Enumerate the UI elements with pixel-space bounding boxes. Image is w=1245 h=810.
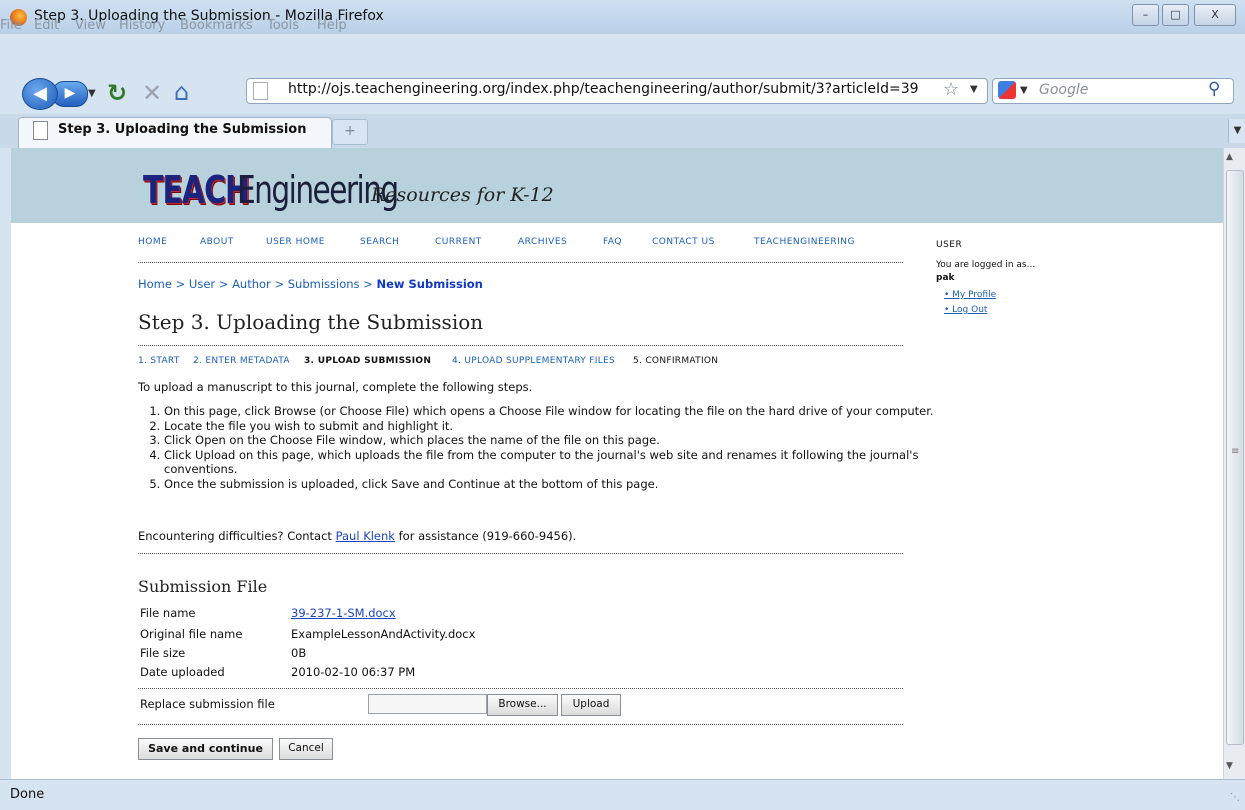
log-out-link[interactable]: • Log Out — [944, 305, 987, 315]
file-size-value: 0B — [291, 646, 307, 660]
url-dropdown-icon[interactable]: ▼ — [970, 84, 978, 95]
upload-button[interactable]: Upload — [561, 694, 621, 716]
url-text[interactable]: http://ojs.teachengineering.org/index.ph… — [288, 81, 919, 97]
minimize-button[interactable]: – — [1132, 4, 1159, 26]
status-text: Done — [10, 787, 45, 802]
tab-label[interactable]: Step 3. Uploading the Submission — [58, 122, 306, 137]
difficulty-text: Encountering difficulties? Contact Paul … — [138, 529, 576, 543]
menu-bar — [0, 34, 1245, 72]
save-and-continue-button[interactable]: Save and continue — [138, 738, 273, 760]
replace-file-label: Replace submission file — [140, 697, 275, 711]
nav-about[interactable]: ABOUT — [200, 237, 234, 247]
file-input[interactable] — [368, 694, 487, 714]
logo-tagline: Resources for K-12 — [371, 184, 554, 206]
original-file-name-value: ExampleLessonAndActivity.docx — [291, 627, 476, 641]
breadcrumb-trail[interactable]: Home > User > Author > Submissions > — [138, 277, 376, 291]
status-bar — [0, 779, 1245, 810]
divider — [138, 724, 903, 725]
home-icon[interactable]: ⌂ — [174, 78, 189, 106]
scroll-grip-icon: ≡ — [1231, 446, 1240, 457]
back-button[interactable]: ◀ — [22, 78, 58, 110]
window-border — [0, 148, 11, 779]
file-size-label: File size — [140, 646, 186, 660]
instruction-item: Locate the file you wish to submit and h… — [164, 419, 939, 434]
stop-icon[interactable]: ✕ — [142, 79, 162, 107]
page-title: Step 3. Uploading the Submission — [138, 310, 484, 334]
browse-button[interactable]: Browse... — [487, 694, 558, 716]
menu-history[interactable]: History — [119, 18, 165, 33]
close-button[interactable]: X — [1194, 4, 1236, 26]
intro-text: To upload a manuscript to this journal, … — [138, 380, 533, 394]
divider — [138, 553, 903, 554]
nav-search[interactable]: SEARCH — [360, 237, 399, 247]
instruction-item: Once the submission is uploaded, click S… — [164, 477, 939, 492]
search-placeholder: Google — [1039, 82, 1089, 98]
nav-archives[interactable]: ARCHIVES — [518, 237, 567, 247]
nav-user-home[interactable]: USER HOME — [266, 237, 325, 247]
maximize-button[interactable]: □ — [1162, 4, 1189, 26]
step-upload-supplementary[interactable]: 4. UPLOAD SUPPLEMENTARY FILES — [452, 356, 615, 366]
scrollbar-thumb[interactable] — [1226, 170, 1244, 745]
username: pak — [936, 273, 955, 283]
page-icon — [253, 82, 268, 100]
breadcrumb[interactable]: Home > User > Author > Submissions > New… — [138, 277, 483, 291]
nav-home[interactable]: HOME — [138, 237, 167, 247]
sidebar-user-heading: USER — [936, 240, 963, 250]
nav-current[interactable]: CURRENT — [435, 237, 482, 247]
nav-contact-us[interactable]: CONTACT US — [652, 237, 715, 247]
menu-file[interactable]: File — [0, 18, 22, 33]
scroll-up-icon[interactable]: ▲ — [1226, 152, 1233, 162]
resize-grip-icon[interactable]: ⋱ — [1230, 792, 1240, 803]
difficulty-before: Encountering difficulties? Contact — [138, 529, 336, 543]
reload-icon[interactable]: ↻ — [107, 79, 127, 107]
divider — [138, 262, 903, 263]
instruction-item: On this page, click Browse (or Choose Fi… — [164, 404, 939, 419]
step-upload-submission: 3. UPLOAD SUBMISSION — [304, 356, 432, 366]
step-confirmation: 5. CONFIRMATION — [633, 356, 719, 366]
logo-teach[interactable]: TEACH — [143, 168, 250, 212]
divider — [138, 688, 903, 689]
cancel-button[interactable]: Cancel — [279, 738, 333, 760]
my-profile-link[interactable]: • My Profile — [944, 290, 996, 300]
breadcrumb-current[interactable]: New Submission — [376, 277, 482, 291]
new-tab-button[interactable]: + — [332, 119, 368, 145]
tab-page-icon — [33, 121, 48, 140]
instruction-item: Click Open on the Choose File window, wh… — [164, 433, 939, 448]
bookmark-star-icon[interactable]: ☆ — [943, 79, 959, 100]
menu-help[interactable]: Help — [317, 18, 347, 33]
search-engine-icon[interactable] — [998, 81, 1016, 99]
instruction-list: On this page, click Browse (or Choose Fi… — [138, 404, 939, 492]
scroll-down-icon[interactable]: ▼ — [1226, 761, 1233, 771]
search-engine-dropdown-icon[interactable]: ▼ — [1020, 85, 1028, 96]
original-file-name-label: Original file name — [140, 627, 243, 641]
divider — [138, 345, 903, 346]
menu-edit[interactable]: Edit — [34, 18, 59, 33]
logged-in-text: You are logged in as... — [936, 260, 1036, 270]
step-enter-metadata[interactable]: 2. ENTER METADATA — [193, 356, 290, 366]
instruction-item: Click Upload on this page, which uploads… — [164, 448, 939, 477]
log-out-label[interactable]: Log Out — [952, 305, 987, 315]
date-uploaded-value: 2010-02-10 06:37 PM — [291, 665, 416, 679]
menu-tools[interactable]: Tools — [267, 18, 299, 33]
difficulty-after: for assistance (919-660-9456). — [394, 529, 577, 543]
step-start[interactable]: 1. START — [138, 356, 180, 366]
nav-faq[interactable]: FAQ — [603, 237, 622, 247]
date-uploaded-label: Date uploaded — [140, 665, 225, 679]
menu-bookmarks[interactable]: Bookmarks — [180, 18, 253, 33]
tab-list-button[interactable]: ▼ — [1228, 119, 1245, 143]
file-name-label: File name — [140, 606, 196, 620]
menu-view[interactable]: View — [75, 18, 106, 33]
file-name-link[interactable]: 39-237-1-SM.docx — [291, 606, 396, 620]
search-input[interactable] — [992, 78, 1234, 104]
my-profile-label[interactable]: My Profile — [952, 290, 996, 300]
magnifier-icon[interactable]: ⚲ — [1208, 79, 1220, 99]
history-dropdown-icon[interactable]: ▼ — [88, 88, 96, 99]
submission-file-heading: Submission File — [138, 577, 268, 596]
contact-link[interactable]: Paul Klenk — [336, 529, 395, 543]
nav-teachengineering[interactable]: TEACHENGINEERING — [754, 237, 855, 247]
